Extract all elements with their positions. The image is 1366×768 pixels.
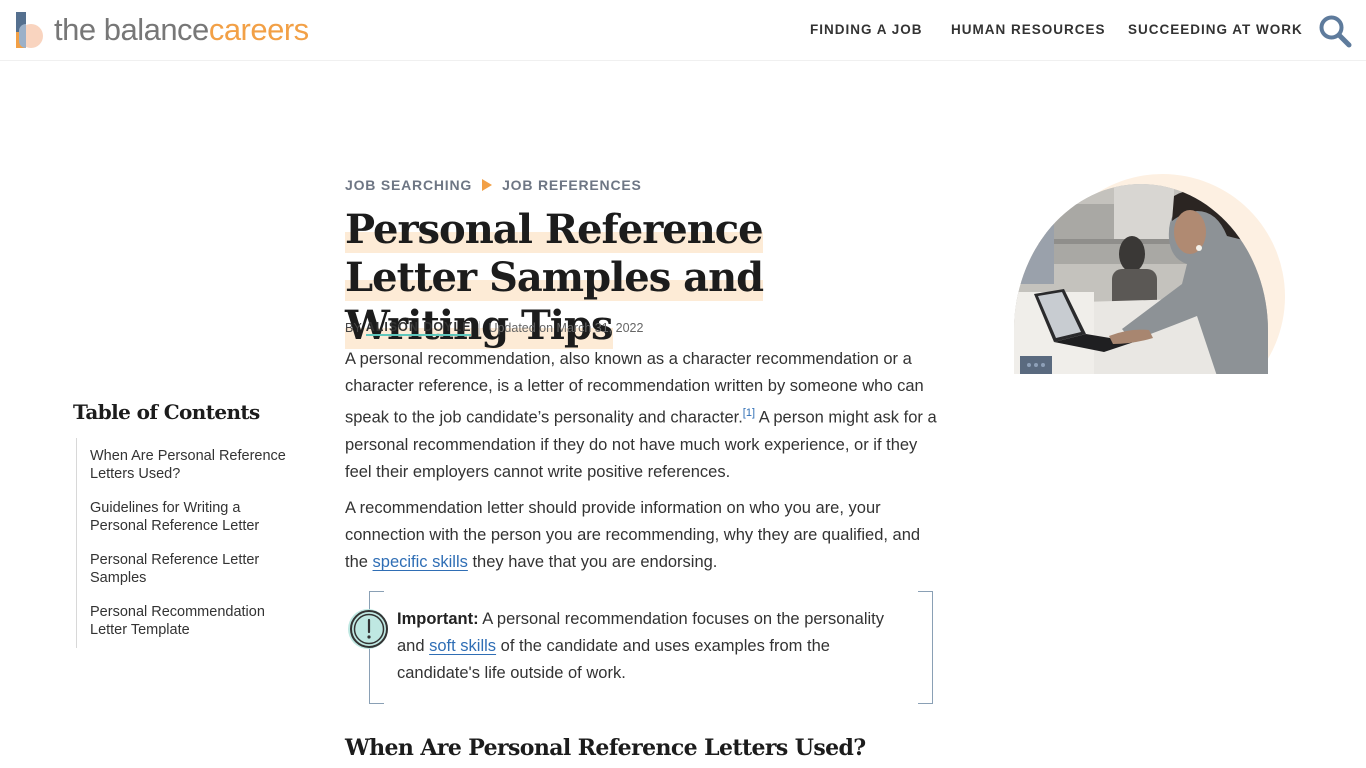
search-icon bbox=[1319, 15, 1352, 48]
toc-item-when-used[interactable]: When Are Personal Reference Letters Used… bbox=[90, 447, 290, 483]
site-header: the balancecareers FINDING A JOB HUMAN R… bbox=[0, 0, 1366, 61]
more-dots-icon bbox=[1027, 363, 1031, 367]
site-logo[interactable]: the balancecareers bbox=[16, 12, 309, 48]
more-dots-button[interactable] bbox=[1020, 356, 1052, 374]
section-heading: When Are Personal Reference Letters Used… bbox=[345, 735, 866, 761]
intro-paragraph: A personal recommendation, also known as… bbox=[345, 346, 945, 486]
breadcrumb: JOB SEARCHING JOB REFERENCES bbox=[345, 177, 642, 193]
updated-date: Updated on March 31, 2022 bbox=[488, 321, 644, 335]
toc-list: When Are Personal Reference Letters Used… bbox=[76, 438, 296, 648]
hero-image bbox=[1010, 174, 1290, 376]
nav-succeeding-at-work[interactable]: SUCCEEDING AT WORK bbox=[1128, 22, 1303, 37]
nav-finding-a-job[interactable]: FINDING A JOB bbox=[810, 22, 923, 37]
byline-divider bbox=[479, 321, 481, 335]
breadcrumb-job-references[interactable]: JOB REFERENCES bbox=[502, 177, 642, 193]
callout-bracket-right bbox=[918, 591, 933, 704]
second-paragraph: A recommendation letter should provide i… bbox=[345, 495, 945, 576]
toc-item-template[interactable]: Personal Recommendation Letter Template bbox=[90, 603, 290, 639]
citation-link[interactable]: [1] bbox=[743, 407, 755, 419]
callout-text: Important: A personal recommendation foc… bbox=[397, 606, 907, 687]
specific-skills-link[interactable]: specific skills bbox=[373, 553, 468, 571]
nav-human-resources[interactable]: HUMAN RESOURCES bbox=[951, 22, 1106, 37]
logo-wordmark: the balancecareers bbox=[54, 12, 309, 48]
exclamation-circle-icon bbox=[348, 609, 388, 649]
callout-label: Important: bbox=[397, 610, 479, 628]
logo-text-careers: careers bbox=[208, 12, 309, 47]
soft-skills-link[interactable]: soft skills bbox=[429, 637, 496, 655]
toc-title: Table of Contents bbox=[73, 400, 260, 424]
important-callout: Important: A personal recommendation foc… bbox=[348, 591, 933, 704]
triangle-right-icon bbox=[482, 179, 493, 191]
second-text-part2: they have that you are endorsing. bbox=[467, 553, 718, 571]
byline: BY ALISON DOYLE Updated on March 31, 202… bbox=[345, 320, 643, 336]
breadcrumb-job-searching[interactable]: JOB SEARCHING bbox=[345, 177, 472, 193]
search-button[interactable] bbox=[1318, 14, 1352, 48]
logo-mark-icon bbox=[16, 12, 44, 48]
toc-item-guidelines[interactable]: Guidelines for Writing a Personal Refere… bbox=[90, 499, 290, 535]
toc-item-samples[interactable]: Personal Reference Letter Samples bbox=[90, 551, 290, 587]
logo-text-the-balance: the balance bbox=[54, 12, 209, 47]
author-link[interactable]: ALISON DOYLE bbox=[365, 320, 472, 336]
byline-prefix: BY bbox=[345, 321, 362, 335]
